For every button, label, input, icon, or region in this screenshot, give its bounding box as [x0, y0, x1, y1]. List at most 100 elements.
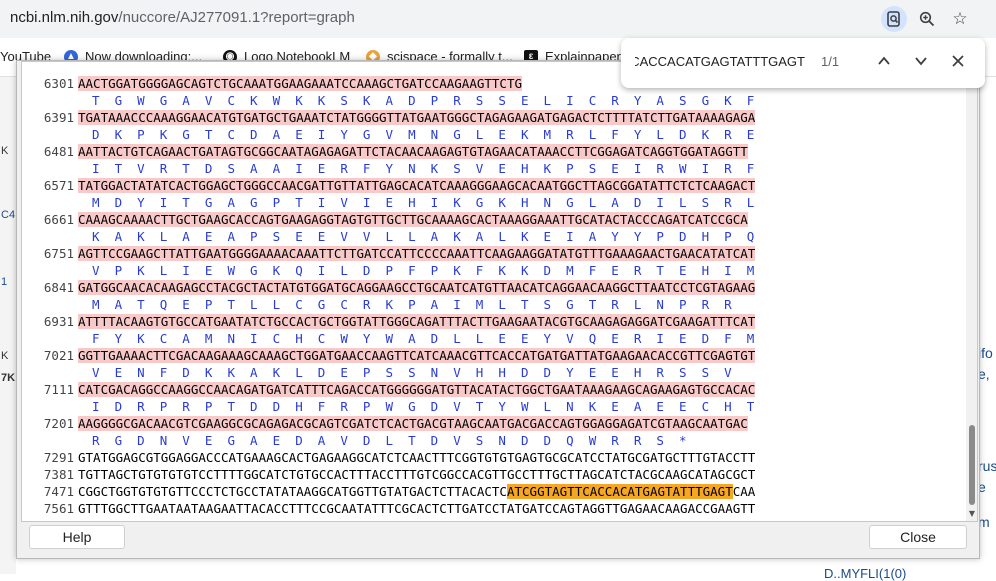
line-number: 7381	[43, 467, 74, 482]
line-number: 6841	[43, 280, 74, 295]
amino-acid-sequence: I T V R T D S A A I E R F Y N K S V E H …	[92, 161, 755, 176]
nucleotide-sequence: AAGGGGCGACAACGTCGAAGGCGCAGAGACGCAGTCGATC…	[78, 416, 748, 431]
page-behind-text: K	[1, 145, 9, 157]
amino-acid-sequence: K A K L A E A P S E E V V L L A K A L K …	[92, 229, 755, 244]
page-behind-text: rus	[978, 458, 996, 474]
nucleotide-row: 7471 CGGCTGGTGTGTGTTCCCTCTGCCTATATAAGGCAT…	[22, 483, 755, 500]
search-match-highlight: ATCGGTAGTTCACCACATGAGTATTTGAGT	[506, 484, 733, 499]
nucleotide-row: 6571 TATGGACTATATCACTGGAGCTGGGCCAACGATTGT…	[22, 177, 756, 194]
line-number: 6571	[43, 178, 74, 193]
line-number: 6931	[43, 314, 74, 329]
sequence-dialog: ▼ 6301 AACTGGATGGGGAGCAGTCTGCAAATGGAAGAAA…	[16, 60, 980, 559]
nucleotide-sequence: AACTGGATGGGGAGCAGTCTGCAAATGGAAGAAATCCAAA…	[78, 76, 523, 91]
page-behind-text: C4	[1, 209, 16, 221]
nucleotide-row: 7291 GTATGGAGCGTGGAGGACCCATGAAAGCACTGAGAA…	[22, 449, 755, 466]
translation-row: R G D N V E G A E D A V D L T D V S N D …	[22, 432, 687, 449]
scroll-down-arrow-icon[interactable]: ▼	[967, 509, 977, 519]
nucleotide-row: 6391 TGATAAACCCAAAGGAACATGTGATGCTGAAATCTA…	[22, 109, 756, 126]
amino-acid-sequence: M D Y I T G A G P T I V I E H I K G K H …	[92, 195, 755, 210]
nucleotide-sequence: TGTTAGCTGTGTGTGTCCTTTTGGCATCTGTGCCACTTTA…	[78, 467, 756, 482]
line-number: 6481	[43, 144, 74, 159]
nucleotide-sequence: TGATAAACCCAAAGGAACATGTGATGCTGAAATCTATGGG…	[78, 110, 756, 125]
nucleotide-row: 7381 TGTTAGCTGTGTGTGTCCTTTTGGCATCTGTGCCAC…	[22, 466, 755, 483]
nucleotide-sequence: CGGCTGGTGTGTGTTCCCTCTGCCTATATAAGGCATGGTT…	[78, 484, 507, 499]
sequence-view[interactable]: ▼ 6301 AACTGGATGGGGAGCAGTCTGCAAATGGAAGAAA…	[21, 61, 978, 522]
nucleotide-row: 7561 GTTTGGCTTGAATAATAAGAATTACACCTTTCCGCA…	[22, 500, 755, 517]
nucleotide-sequence: CATCGACAGGCCAAGGCCAACAGATGATCATTTCAGACCA…	[78, 382, 756, 397]
nucleotide-sequence: GGTTGAAAACTTCGACAAGAAAGCAAAGCTGGATGAACCA…	[78, 348, 756, 363]
line-number: 6391	[43, 110, 74, 125]
close-dialog-button[interactable]: Close	[869, 525, 967, 549]
right-page-edge	[978, 77, 996, 574]
amino-acid-sequence: I D R P R P T D D H F R P W G D V T Y W …	[92, 399, 755, 414]
nucleotide-sequence: ATTTTACAAGTGTGCCATGAATATCTGCCACTGCTGGTAT…	[78, 314, 756, 329]
url-text[interactable]: ncbi.nlm.nih.gov/nuccore/AJ277091.1?repo…	[10, 9, 355, 26]
chevron-down-icon[interactable]	[908, 50, 934, 76]
find-query: ATCGGTAGTTCACCACATGAGTATTTGAGT	[635, 54, 805, 69]
line-number: 7471	[43, 484, 74, 499]
page-behind-text: K	[1, 350, 9, 362]
url-host: ncbi.nlm.nih.gov	[10, 9, 119, 26]
translation-row: V E N F D K K A K L D E P S S N V H H D …	[22, 364, 732, 381]
amino-acid-sequence: T G W G A V C K W K K S K A D P R S S E …	[92, 93, 755, 108]
close-icon[interactable]	[945, 50, 971, 76]
zoom-icon[interactable]	[914, 6, 940, 32]
nucleotide-sequence: GATGGCAACACAAGAGCCTACGCTACTATGTGGATGCAGG…	[78, 280, 756, 295]
nucleotide-row: 6751 AGTTCCGAAGCTTATTGAATGGGGAAAACAAATTCT…	[22, 245, 756, 262]
line-number: 7561	[43, 501, 74, 516]
address-bar[interactable]: ncbi.nlm.nih.gov/nuccore/AJ277091.1?repo…	[0, 0, 996, 38]
nucleotide-row: 7021 GGTTGAAAACTTCGACAAGAAAGCAAAGCTGGATGA…	[22, 347, 756, 364]
translation-row: F Y K C A M N I C H C W Y W A D L L E E …	[22, 330, 754, 347]
bookmark-star-icon[interactable]: ☆	[947, 6, 973, 32]
nucleotide-row: 7111 CATCGACAGGCCAAGGCCAACAGATGATCATTTCAG…	[22, 381, 756, 398]
line-number: 7021	[43, 348, 74, 363]
line-number: 6661	[43, 212, 74, 227]
nucleotide-row: 7201 AAGGGGCGACAACGTCGAAGGCGCAGAGACGCAGTC…	[22, 415, 748, 432]
line-number: 7291	[43, 450, 74, 465]
chevron-up-icon[interactable]	[871, 50, 897, 76]
nucleotide-sequence: CAA	[732, 484, 756, 499]
scrollbar-thumb[interactable]	[969, 425, 975, 505]
find-input[interactable]: ATCGGTAGTTCACCACATGAGTATTTGAGT	[635, 54, 805, 69]
nucleotide-sequence: CAAAGCAAAACTTGCTGAAGCACCAGTGAAGAGGTAGTGT…	[78, 212, 748, 227]
amino-acid-sequence: R G D N V E G A E D A V D L T D V S N D …	[92, 433, 687, 448]
amino-acid-sequence: V E N F D K K A K L D E P S S N V H H D …	[92, 365, 732, 380]
find-bar: ATCGGTAGTTCACCACATGAGTATTTGAGT 1/1	[621, 38, 985, 88]
nucleotide-sequence: AATTACTGTCAGAACTGATAGTGCGGCAATAGAGAGATTC…	[78, 144, 748, 159]
line-number: 7651	[22, 517, 78, 521]
nucleotide-sequence: AGTTCCGAAGCTTATTGAATGGGGAAAACAAATTCTTGAT…	[78, 246, 756, 261]
amino-acid-sequence: V P K L I E W G K Q I L D P F P K F K K …	[92, 263, 755, 278]
find-match-count: 1/1	[821, 54, 840, 69]
nucleotide-sequence: CATAGTTGAGATCCTAAAGGGAATTCGCGTGTCTCCG	[78, 518, 356, 521]
translation-row: I D R P R P T D D H F R P W G D V T Y W …	[22, 398, 754, 415]
nucleotide-sequence: GTATGGAGCGTGGAGGACCCATGAAAGCACTGAGAAGGCA…	[78, 450, 756, 465]
translation-row: I T V R T D S A A I E R F Y N K S V E H …	[22, 160, 754, 177]
translation-row: D K P K G T C D A E I Y G V M N G L E K …	[22, 126, 754, 143]
line-number: 6301	[43, 76, 74, 91]
find-in-page-icon[interactable]	[881, 6, 907, 32]
line-number: 7111	[43, 382, 74, 397]
nucleotide-sequence: GTTTGGCTTGAATAATAAGAATTACACCTTTCCGCAATAT…	[78, 501, 756, 516]
nucleotide-row: 6301 AACTGGATGGGGAGCAGTCTGCAAATGGAAGAAATC…	[22, 75, 523, 92]
nucleotide-row: 6931 ATTTTACAAGTGTGCCATGAATATCTGCCACTGCTG…	[22, 313, 756, 330]
translation-row: M A T Q E P T L L C G C R K P A I M L T …	[22, 296, 732, 313]
nucleotide-row: 7651CATAGTTGAGATCCTAAAGGGAATTCGCGTGTCTCC…	[22, 517, 357, 521]
help-button[interactable]: Help	[29, 525, 125, 549]
nucleotide-row: 6661 CAAAGCAAAACTTGCTGAAGCACCAGTGAAGAGGTA…	[22, 211, 748, 228]
nucleotide-row: 6841 GATGGCAACACAAGAGCCTACGCTACTATGTGGATG…	[22, 279, 756, 296]
page-behind-text: 7K	[1, 372, 16, 384]
page-behind-text: 1	[1, 276, 8, 288]
url-path: /nuccore/AJ277091.1?report=graph	[118, 9, 355, 26]
page-behind-text: ifo	[978, 345, 993, 361]
nucleotide-row: 6481 AATTACTGTCAGAACTGATAGTGCGGCAATAGAGAG…	[22, 143, 748, 160]
translation-row: M D Y I T G A G P T I V I E H I K G K H …	[22, 194, 754, 211]
translation-row: V P K L I E W G K Q I L D P F P K F K K …	[22, 262, 754, 279]
nucleotide-sequence: TATGGACTATATCACTGGAGCTGGGCCAACGATTGTTATT…	[78, 178, 756, 193]
translation-row: T G W G A V C K W K K S K A D P R S S E …	[22, 92, 754, 109]
amino-acid-sequence: D K P K G T C D A E I Y G V M N G L E K …	[92, 127, 755, 142]
line-number: 6751	[43, 246, 74, 261]
amino-acid-sequence: M A T Q E P T L L C G C R K P A I M L T …	[92, 297, 732, 312]
amino-acid-sequence: F Y K C A M N I C H C W Y W A D L L E E …	[92, 331, 755, 346]
line-number: 7201	[43, 416, 74, 431]
translation-row: K A K L A E A P S E E V V L L A K A L K …	[22, 228, 754, 245]
